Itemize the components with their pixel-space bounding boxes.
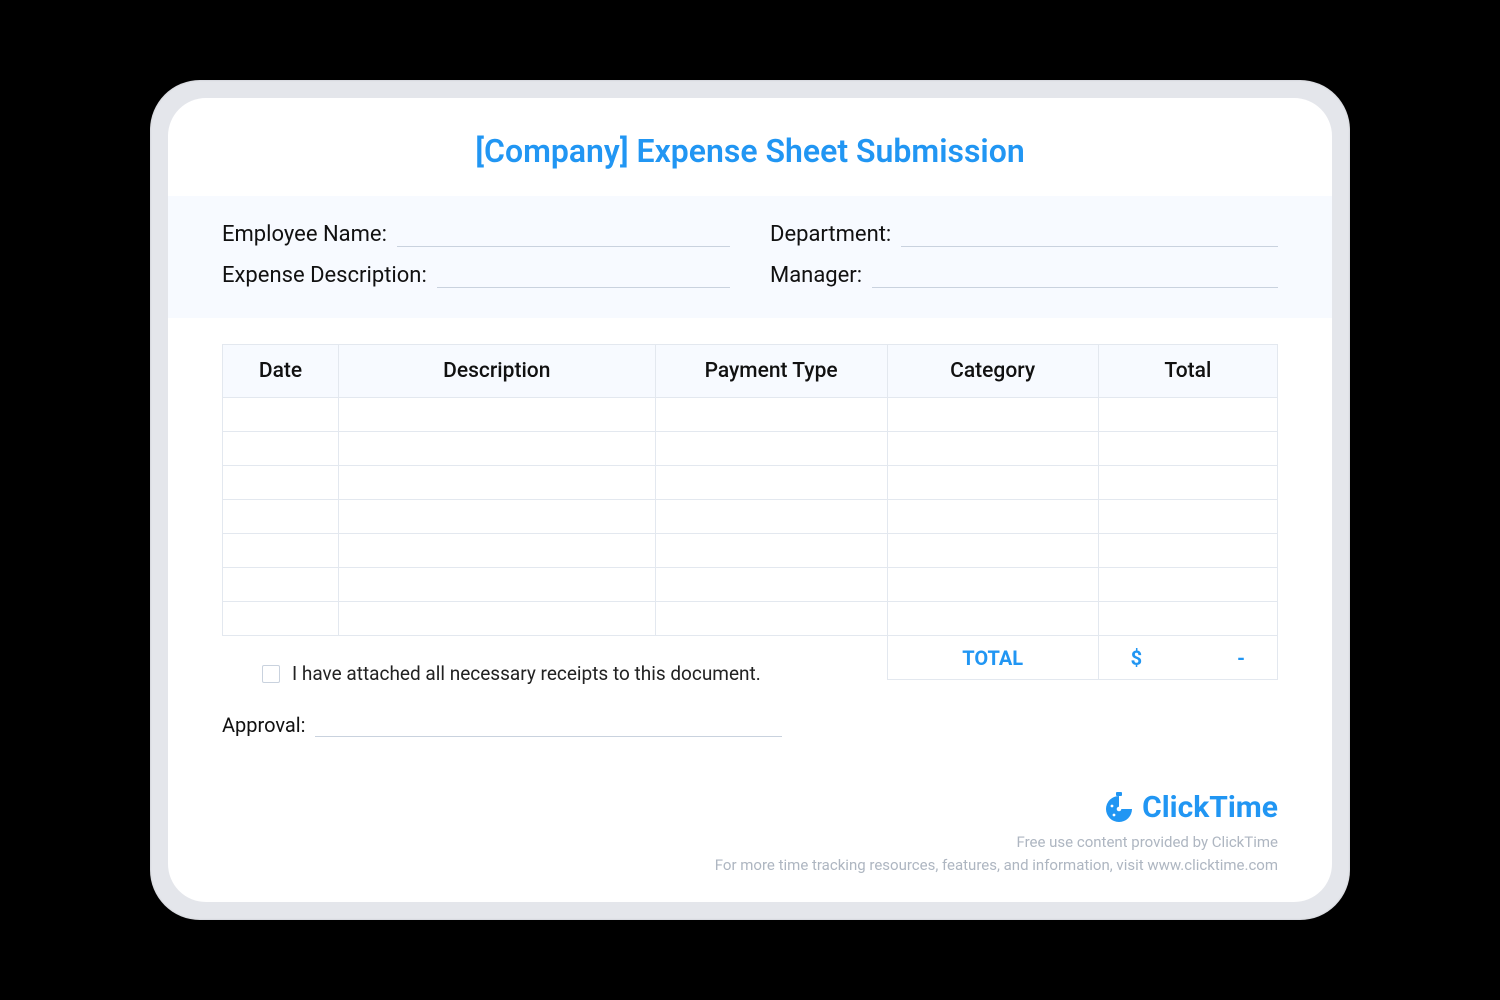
table-cell[interactable] xyxy=(339,500,656,534)
table-row xyxy=(223,432,1278,466)
clicktime-logo: ClickTime xyxy=(1102,790,1278,825)
col-category: Category xyxy=(887,345,1098,398)
input-employee-name[interactable] xyxy=(397,225,730,247)
table-cell[interactable] xyxy=(887,602,1098,636)
footnote: Free use content provided by ClickTime F… xyxy=(715,831,1278,876)
device-frame: [Company] Expense Sheet Submission Emplo… xyxy=(150,80,1350,920)
table-cell[interactable] xyxy=(1098,500,1277,534)
table-cell[interactable] xyxy=(655,534,887,568)
title-area: [Company] Expense Sheet Submission xyxy=(168,98,1332,196)
table-cell[interactable] xyxy=(887,432,1098,466)
table-cell[interactable] xyxy=(339,602,656,636)
table-cell[interactable] xyxy=(655,500,887,534)
label-employee-name: Employee Name: xyxy=(222,222,387,247)
table-cell[interactable] xyxy=(223,432,339,466)
table-row xyxy=(223,500,1278,534)
table-cell[interactable] xyxy=(1098,568,1277,602)
table-cell[interactable] xyxy=(339,466,656,500)
col-payment-type: Payment Type xyxy=(655,345,887,398)
footnote-line-1: Free use content provided by ClickTime xyxy=(715,831,1278,854)
input-department[interactable] xyxy=(901,225,1278,247)
table-cell[interactable] xyxy=(887,500,1098,534)
expense-table: Date Description Payment Type Category T… xyxy=(222,344,1278,680)
label-manager: Manager: xyxy=(770,263,862,288)
table-cell[interactable] xyxy=(887,398,1098,432)
footer: ClickTime Free use content provided by C… xyxy=(168,790,1332,902)
table-cell[interactable] xyxy=(655,466,887,500)
col-date: Date xyxy=(223,345,339,398)
attestation-text: I have attached all necessary receipts t… xyxy=(292,662,761,685)
table-cell[interactable] xyxy=(223,568,339,602)
table-cell[interactable] xyxy=(655,568,887,602)
table-cell[interactable] xyxy=(1098,602,1277,636)
table-cell[interactable] xyxy=(1098,398,1277,432)
table-row xyxy=(223,534,1278,568)
approval-label: Approval: xyxy=(222,713,305,737)
attestation-checkbox[interactable] xyxy=(262,665,280,683)
table-cell[interactable] xyxy=(1098,534,1277,568)
document-title: [Company] Expense Sheet Submission xyxy=(168,132,1332,170)
expense-table-wrap: Date Description Payment Type Category T… xyxy=(168,318,1332,680)
input-approval[interactable] xyxy=(315,717,782,737)
table-cell[interactable] xyxy=(223,398,339,432)
table-row xyxy=(223,466,1278,500)
label-department: Department: xyxy=(770,222,891,247)
table-cell[interactable] xyxy=(1098,466,1277,500)
footnote-line-2: For more time tracking resources, featur… xyxy=(715,854,1278,877)
field-expense-description: Expense Description: xyxy=(222,263,730,288)
table-row xyxy=(223,568,1278,602)
stopwatch-icon xyxy=(1102,791,1136,825)
table-cell[interactable] xyxy=(223,602,339,636)
col-description: Description xyxy=(339,345,656,398)
expense-sheet-document: [Company] Expense Sheet Submission Emplo… xyxy=(168,98,1332,902)
table-header-row: Date Description Payment Type Category T… xyxy=(223,345,1278,398)
below-table: I have attached all necessary receipts t… xyxy=(168,662,1332,737)
table-row xyxy=(223,398,1278,432)
table-cell[interactable] xyxy=(655,432,887,466)
input-expense-description[interactable] xyxy=(437,266,730,288)
table-cell[interactable] xyxy=(223,534,339,568)
table-cell[interactable] xyxy=(887,466,1098,500)
table-cell[interactable] xyxy=(223,500,339,534)
input-manager[interactable] xyxy=(872,266,1278,288)
label-expense-description: Expense Description: xyxy=(222,263,427,288)
table-cell[interactable] xyxy=(887,534,1098,568)
attestation-row: I have attached all necessary receipts t… xyxy=(262,662,1278,685)
table-cell[interactable] xyxy=(339,398,656,432)
table-cell[interactable] xyxy=(1098,432,1277,466)
brand-name: ClickTime xyxy=(1142,790,1278,825)
table-cell[interactable] xyxy=(655,602,887,636)
info-band: Employee Name: Department: Expense Descr… xyxy=(168,196,1332,318)
field-manager: Manager: xyxy=(770,263,1278,288)
field-employee-name: Employee Name: xyxy=(222,222,730,247)
approval-row: Approval: xyxy=(222,713,782,737)
table-cell[interactable] xyxy=(655,398,887,432)
table-cell[interactable] xyxy=(339,534,656,568)
table-cell[interactable] xyxy=(339,568,656,602)
table-cell[interactable] xyxy=(223,466,339,500)
table-row xyxy=(223,602,1278,636)
col-total: Total xyxy=(1098,345,1277,398)
field-department: Department: xyxy=(770,222,1278,247)
table-cell[interactable] xyxy=(887,568,1098,602)
table-cell[interactable] xyxy=(339,432,656,466)
